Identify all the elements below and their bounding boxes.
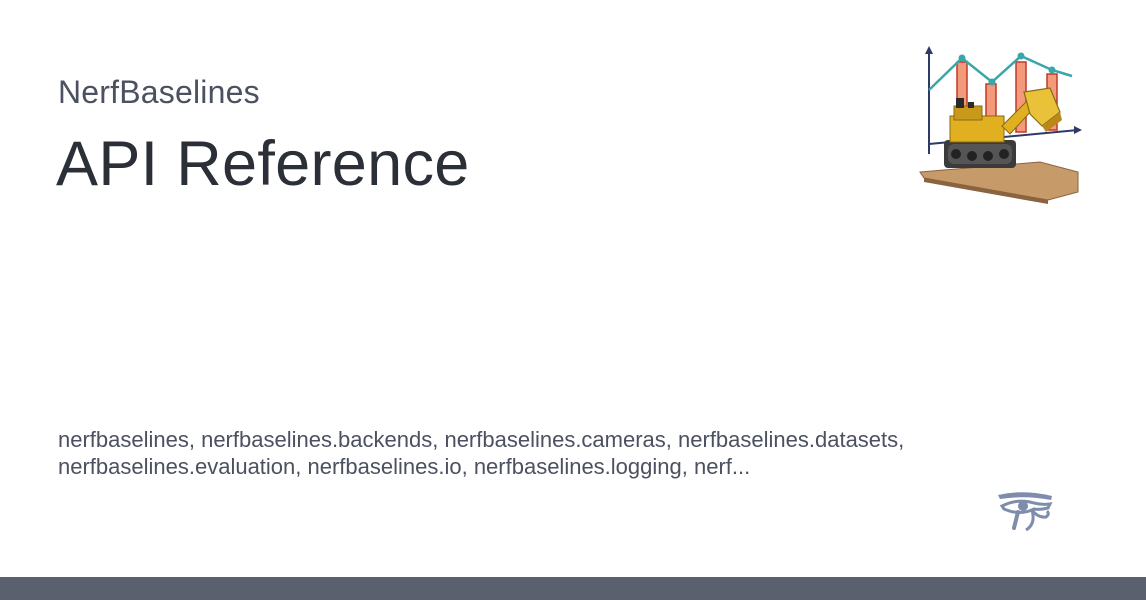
nerfbaselines-logo-icon <box>919 46 1082 204</box>
summary-line-2: nerfbaselines.evaluation, nerfbaselines.… <box>58 454 751 479</box>
footer-bar <box>0 577 1146 600</box>
summary-line-1: nerfbaselines, nerfbaselines.backends, n… <box>58 427 905 452</box>
site-name: NerfBaselines <box>58 74 260 110</box>
eye-of-horus-icon <box>998 492 1053 532</box>
summary-text: nerfbaselines, nerfbaselines.backends, n… <box>58 426 1018 480</box>
page-title: API Reference <box>56 129 470 199</box>
